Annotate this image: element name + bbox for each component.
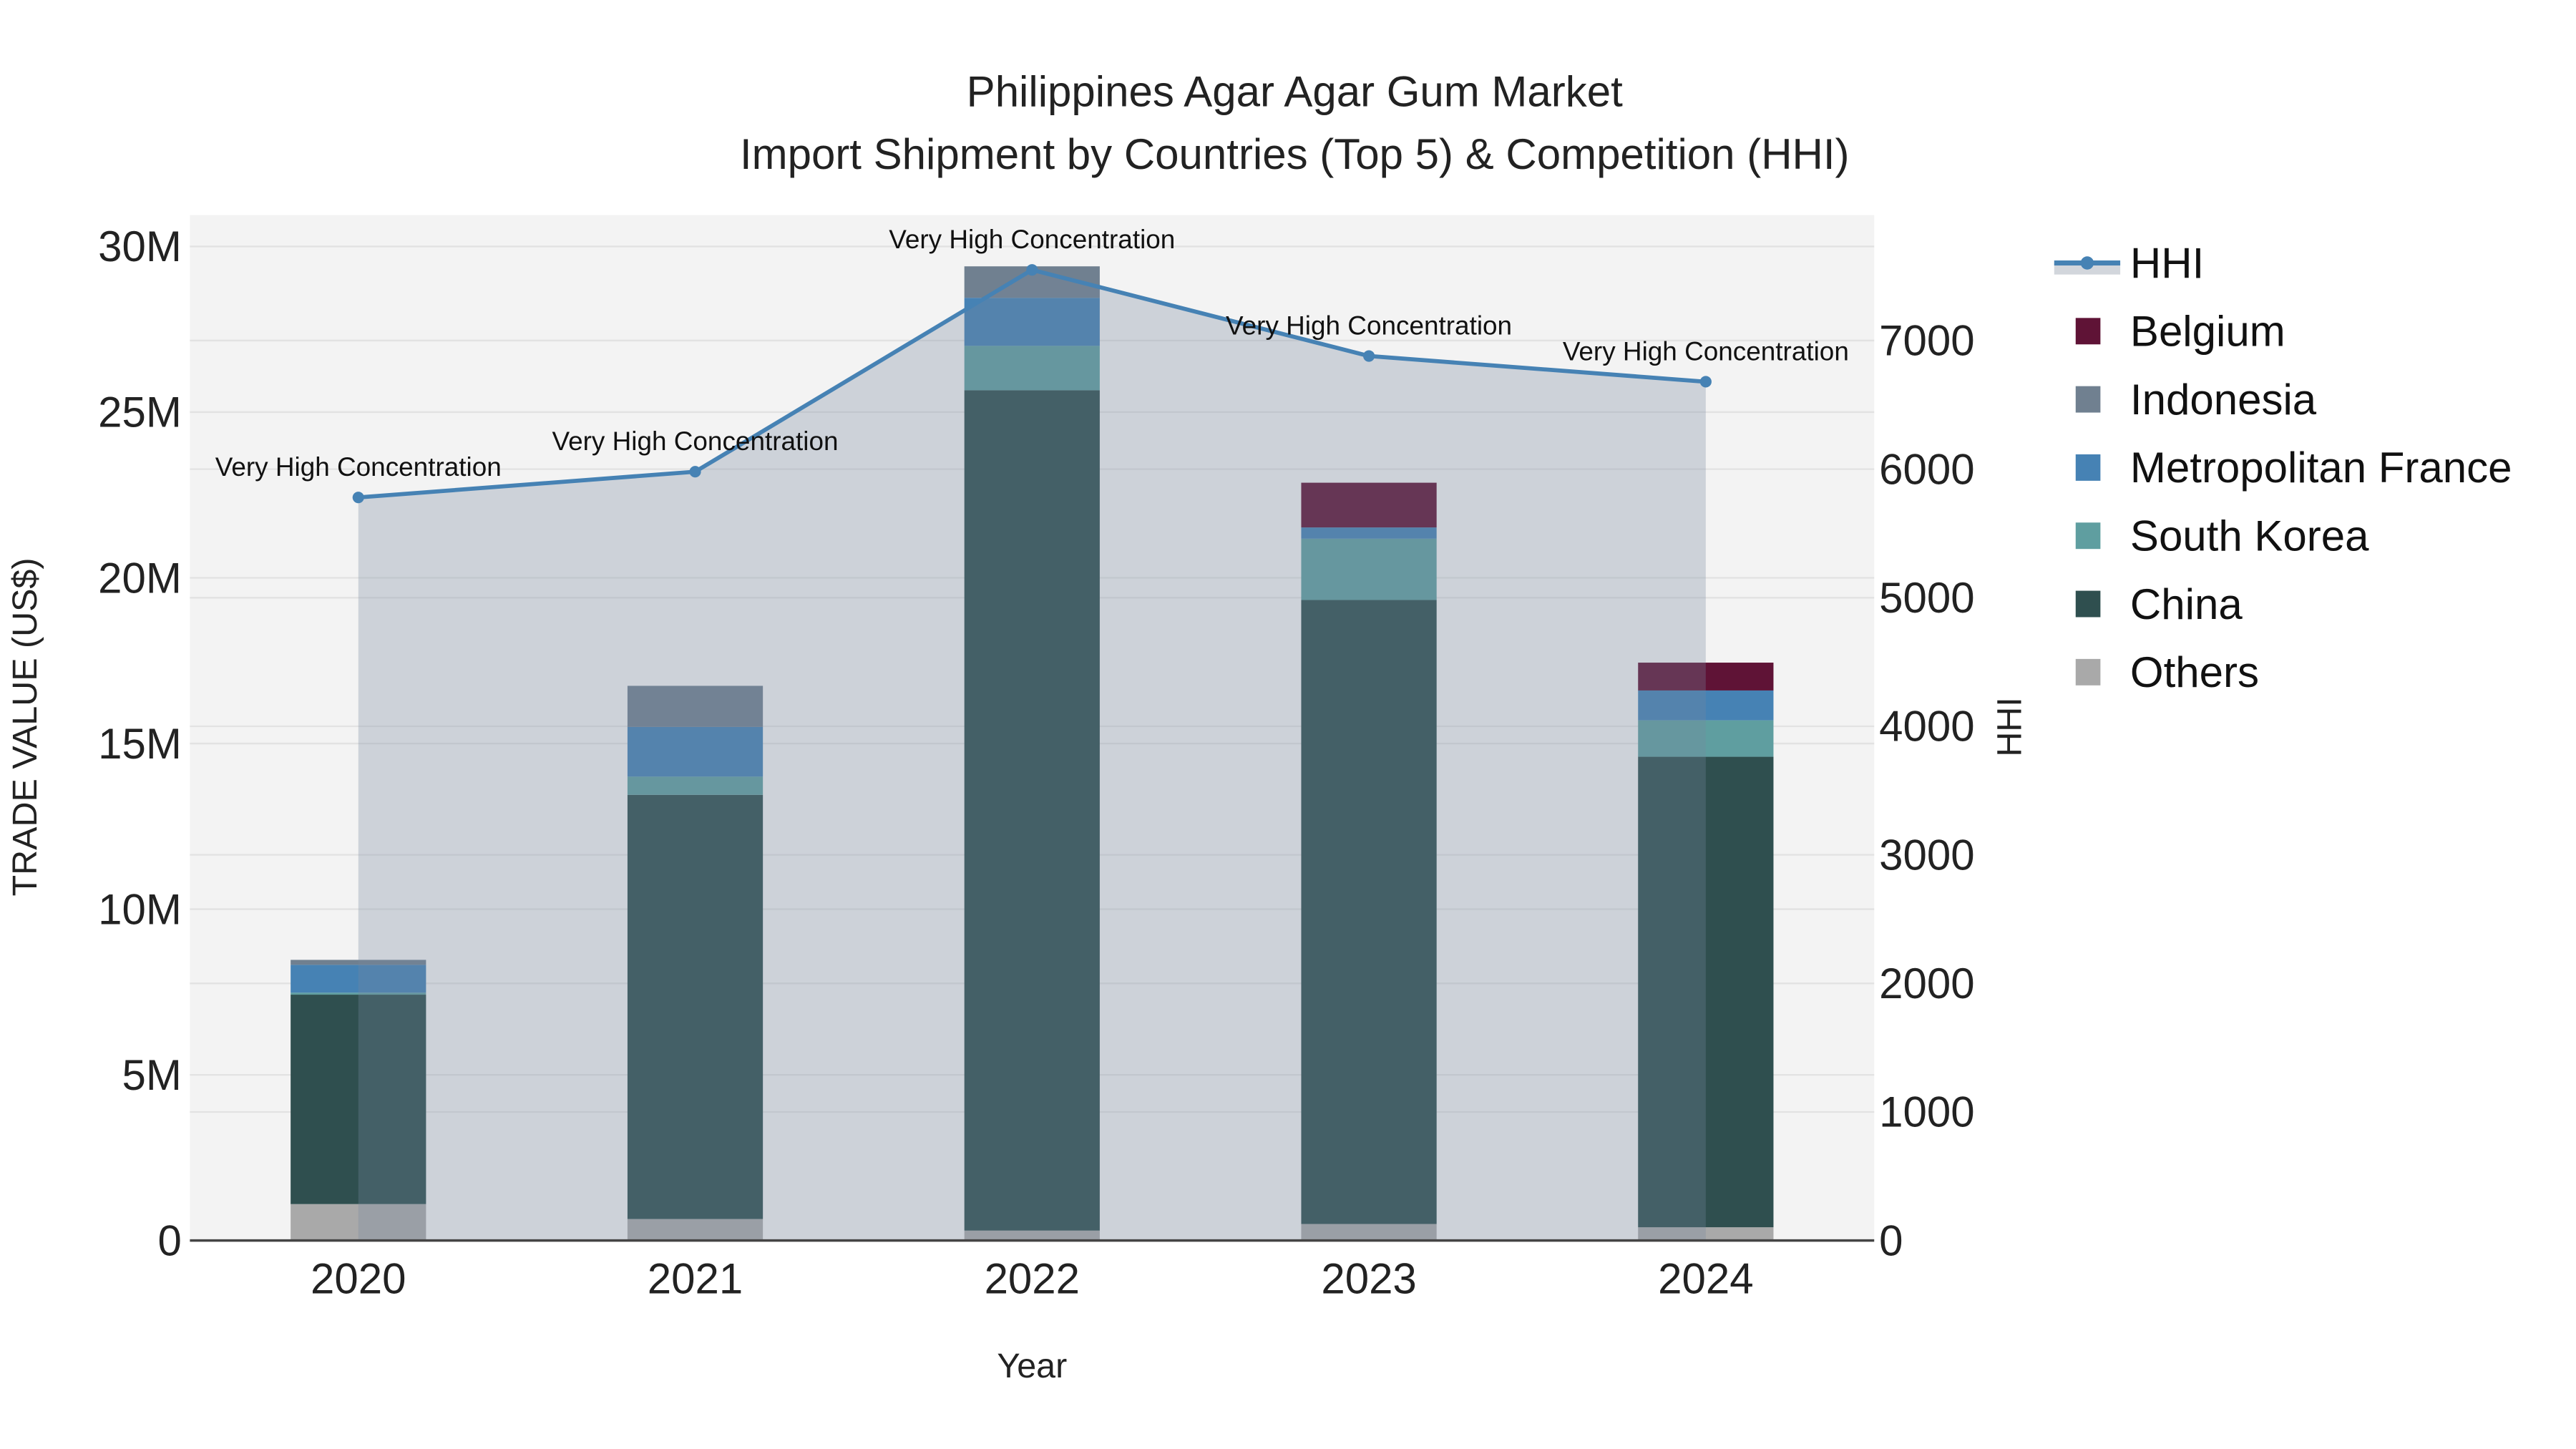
y-tick-label: 15M	[98, 720, 182, 768]
hhi-annotation: Very High Concentration	[215, 452, 502, 482]
hhi-annotation: Very High Concentration	[552, 426, 839, 456]
y2-tick-label: 5000	[1879, 574, 1974, 622]
hhi-point	[689, 466, 701, 478]
y2-tick-label: 7000	[1879, 317, 1974, 365]
legend-swatch	[2075, 590, 2101, 618]
y-tick-label: 30M	[98, 223, 182, 270]
legend: HHI Belgium Indonesia Metropolitan France So…	[2054, 239, 2512, 696]
y-axis-label: TRADE VALUE (US$)	[6, 557, 44, 896]
hhi-point	[1363, 350, 1375, 362]
legend-label: Belgium	[2130, 308, 2285, 356]
legend-swatch	[2075, 386, 2101, 413]
y-axis-ticks: 0 5M 10M 15M 20M 25M 30M	[98, 223, 182, 1264]
hhi-point	[1699, 376, 1712, 388]
chart-subtitle: Import Shipment by Countries (Top 5) & C…	[740, 130, 1850, 178]
hhi-annotation: Very High Concentration	[889, 225, 1175, 254]
hhi-point	[352, 492, 364, 504]
chart-title: Philippines Agar Agar Gum Market	[967, 67, 1623, 115]
y-tick-label: 5M	[122, 1051, 181, 1099]
x-tick-label: 2023	[1321, 1255, 1416, 1303]
hhi-point	[1026, 264, 1038, 276]
chart: Philippines Agar Agar Gum Market Import …	[6, 67, 2512, 1385]
y2-axis-label: HHI	[1991, 697, 2029, 756]
y2-tick-label: 3000	[1879, 831, 1974, 879]
legend-swatch	[2075, 454, 2101, 481]
x-tick-label: 2021	[648, 1255, 743, 1303]
y2-tick-label: 4000	[1879, 703, 1974, 751]
x-axis-ticks: 2020 2021 2022 2023 2024	[311, 1255, 1754, 1303]
legend-label: Others	[2130, 648, 2259, 696]
x-axis-label: Year	[997, 1347, 1067, 1385]
y2-tick-label: 6000	[1879, 445, 1974, 493]
hhi-annotation: Very High Concentration	[1563, 336, 1849, 366]
y2-tick-label: 1000	[1879, 1088, 1974, 1136]
y-tick-label: 0	[157, 1216, 181, 1264]
y2-tick-label: 0	[1879, 1216, 1903, 1264]
legend-swatch	[2075, 658, 2101, 686]
y2-axis-ticks: 0 1000 2000 3000 4000 5000 6000 7000	[1879, 317, 1974, 1265]
y2-tick-label: 2000	[1879, 960, 1974, 1008]
legend-swatch	[2075, 318, 2101, 345]
y-tick-label: 10M	[98, 885, 182, 933]
legend-label: Indonesia	[2130, 376, 2317, 424]
y-tick-label: 20M	[98, 554, 182, 602]
hhi-annotation: Very High Concentration	[1226, 311, 1512, 341]
legend-label: Metropolitan France	[2130, 444, 2512, 492]
x-tick-label: 2020	[311, 1255, 406, 1303]
y-tick-label: 25M	[98, 389, 182, 436]
legend-hhi-marker	[2080, 256, 2094, 270]
legend-label: South Korea	[2130, 512, 2369, 560]
legend-swatch	[2075, 522, 2101, 550]
x-tick-label: 2024	[1658, 1255, 1753, 1303]
legend-label: HHI	[2130, 239, 2204, 287]
legend-label: China	[2130, 580, 2243, 628]
x-tick-label: 2022	[985, 1255, 1080, 1303]
